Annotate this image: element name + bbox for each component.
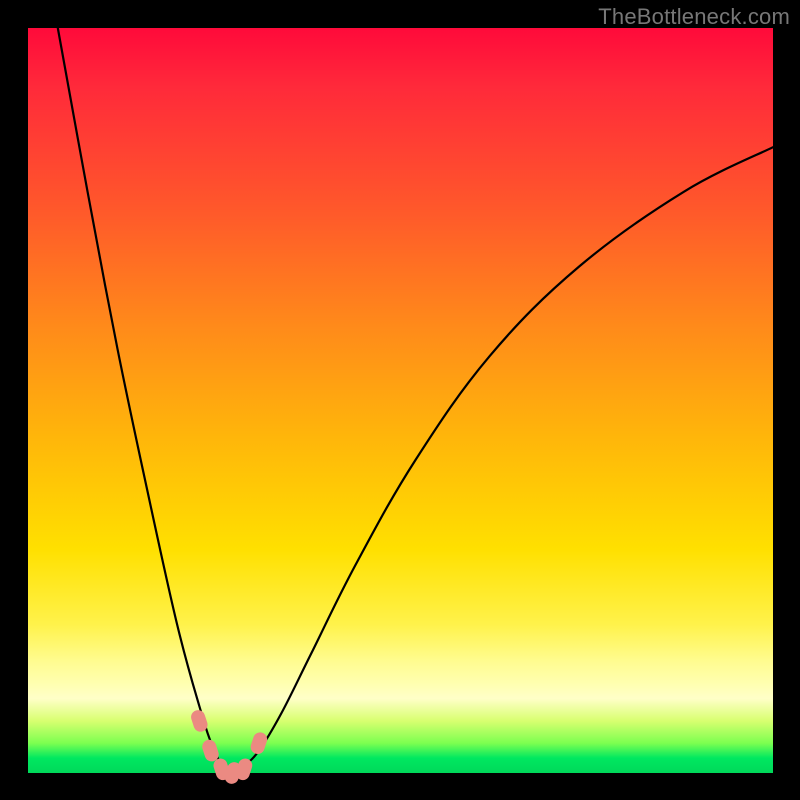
curve-path [58,28,773,774]
watermark-text: TheBottleneck.com [598,4,790,30]
trough-marker [249,731,269,756]
chart-frame: TheBottleneck.com [0,0,800,800]
bottleneck-curve [28,28,773,773]
trough-nubs [189,708,269,785]
plot-area [28,28,773,773]
